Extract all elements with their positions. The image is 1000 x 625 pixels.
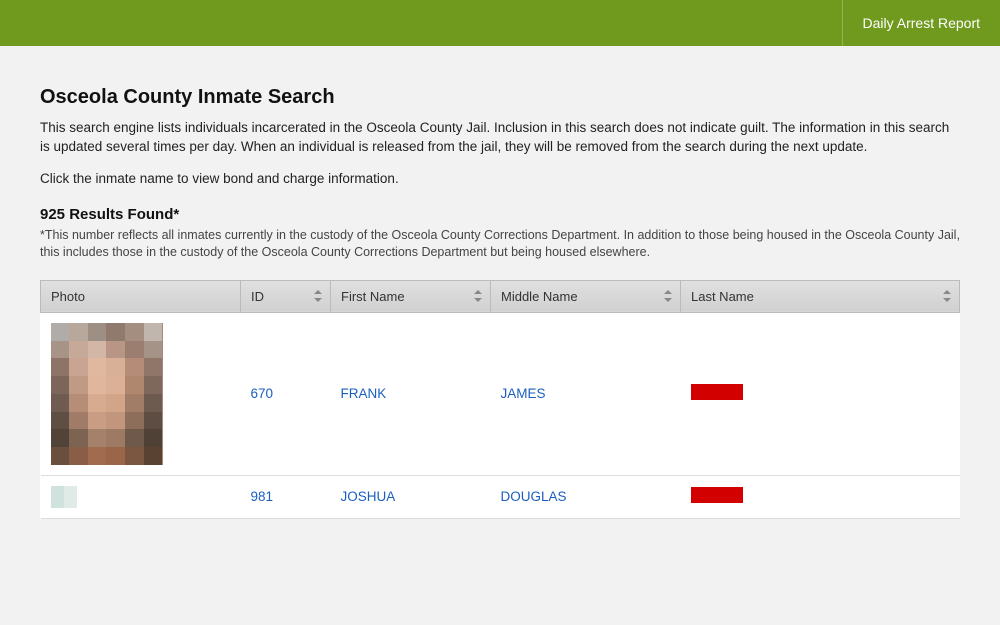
top-bar: Daily Arrest Report <box>0 0 1000 46</box>
results-count: 925 Results Found* <box>40 206 960 223</box>
column-header-middle-name[interactable]: Middle Name <box>491 280 681 312</box>
column-header-first-name[interactable]: First Name <box>331 280 491 312</box>
sort-icon <box>314 290 322 302</box>
inmate-first-name-link[interactable]: JOSHUA <box>331 475 491 518</box>
column-header-id-label: ID <box>251 289 264 304</box>
page-description: This search engine lists individuals inc… <box>40 119 960 157</box>
inmate-middle-name-link[interactable]: DOUGLAS <box>491 475 681 518</box>
column-header-last-name[interactable]: Last Name <box>681 280 960 312</box>
photo-cell <box>41 312 241 475</box>
inmate-first-name-link[interactable]: FRANK <box>331 312 491 475</box>
photo-cell <box>41 475 241 518</box>
inmate-photo <box>51 486 77 508</box>
redacted-last-name <box>691 487 743 503</box>
main-content: Osceola County Inmate Search This search… <box>0 46 1000 519</box>
sort-icon <box>474 290 482 302</box>
table-row: 981 JOSHUA DOUGLAS <box>41 475 960 518</box>
column-header-id[interactable]: ID <box>241 280 331 312</box>
daily-arrest-report-link[interactable]: Daily Arrest Report <box>842 0 1000 46</box>
inmate-table: Photo ID First Name Middle Name Last Nam… <box>40 280 960 519</box>
column-header-middle-name-label: Middle Name <box>501 289 578 304</box>
table-row: 670 FRANK JAMES <box>41 312 960 475</box>
redacted-last-name <box>691 384 743 400</box>
inmate-last-name-cell <box>681 475 960 518</box>
column-header-last-name-label: Last Name <box>691 289 754 304</box>
sort-icon <box>664 290 672 302</box>
inmate-id-link[interactable]: 670 <box>241 312 331 475</box>
inmate-photo <box>51 323 163 465</box>
inmate-id-link[interactable]: 981 <box>241 475 331 518</box>
column-header-first-name-label: First Name <box>341 289 405 304</box>
inmate-last-name-cell <box>681 312 960 475</box>
inmate-middle-name-link[interactable]: JAMES <box>491 312 681 475</box>
page-title: Osceola County Inmate Search <box>40 86 960 109</box>
sort-icon <box>943 290 951 302</box>
click-hint: Click the inmate name to view bond and c… <box>40 171 960 186</box>
results-footnote: *This number reflects all inmates curren… <box>40 227 960 262</box>
column-header-photo: Photo <box>41 280 241 312</box>
